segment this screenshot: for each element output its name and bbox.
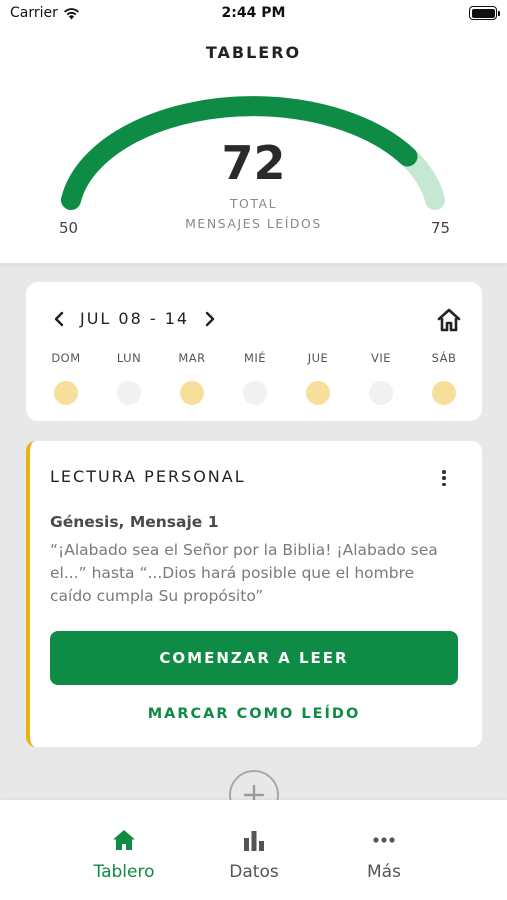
- gauge-max: 75: [431, 219, 451, 237]
- current-week-button[interactable]: [436, 307, 462, 333]
- tab-label: Más: [367, 862, 401, 882]
- status-bar: Carrier 2:44 PM: [0, 0, 507, 28]
- day-column[interactable]: LUN: [103, 351, 155, 405]
- next-week-button[interactable]: [201, 310, 219, 328]
- week-card: JUL 08 - 14 DOM LUN MAR MIÉ JUE VIE SÁB: [26, 282, 482, 421]
- week-range-label: JUL 08 - 14: [80, 309, 190, 328]
- gauge-min: 50: [59, 219, 79, 237]
- chevron-right-icon: [205, 311, 215, 326]
- gauge-label-total: TOTAL: [229, 196, 278, 211]
- reading-subtitle: Génesis, Mensaje 1: [50, 513, 219, 531]
- dashboard-header: TABLERO 72 TOTAL MENSAJES LEÍDOS 50 75: [0, 28, 507, 263]
- day-column[interactable]: JUE: [292, 351, 344, 405]
- day-name: MAR: [178, 351, 206, 365]
- reading-options-button[interactable]: [436, 468, 452, 488]
- day-column[interactable]: SÁB: [418, 351, 470, 405]
- day-name: SÁB: [431, 351, 457, 365]
- tab-bar: Tablero Datos Más: [0, 800, 507, 900]
- start-reading-button[interactable]: COMENZAR A LEER: [50, 631, 458, 685]
- status-time: 2:44 PM: [221, 5, 286, 21]
- gauge-value: 72: [221, 136, 286, 190]
- tab-mas[interactable]: Más: [339, 828, 429, 882]
- week-navigation: JUL 08 - 14: [50, 309, 219, 328]
- day-status-dot: [306, 381, 330, 405]
- day-status-dot: [432, 381, 456, 405]
- bar-chart-icon: [244, 831, 264, 851]
- previous-week-button[interactable]: [50, 310, 68, 328]
- weekday-row: DOM LUN MAR MIÉ JUE VIE SÁB: [40, 351, 470, 405]
- more-vertical-icon: [442, 470, 446, 474]
- day-column[interactable]: VIE: [355, 351, 407, 405]
- more-horizontal-icon: [373, 837, 395, 843]
- day-column[interactable]: MIÉ: [229, 351, 281, 405]
- chevron-left-icon: [54, 311, 64, 326]
- day-name: VIE: [370, 351, 392, 365]
- day-column[interactable]: MAR: [166, 351, 218, 405]
- home-icon: [437, 308, 461, 332]
- day-status-dot: [180, 381, 204, 405]
- tab-datos[interactable]: Datos: [209, 828, 299, 882]
- tab-tablero[interactable]: Tablero: [79, 828, 169, 882]
- reading-card-title: LECTURA PERSONAL: [50, 467, 246, 486]
- day-status-dot: [54, 381, 78, 405]
- mark-as-read-button[interactable]: MARCAR COMO LEÍDO: [50, 706, 458, 722]
- reading-card: LECTURA PERSONAL Génesis, Mensaje 1 “¡Al…: [26, 441, 482, 747]
- day-column[interactable]: DOM: [40, 351, 92, 405]
- day-status-dot: [369, 381, 393, 405]
- day-name: DOM: [51, 351, 81, 365]
- day-status-dot: [243, 381, 267, 405]
- tab-label: Datos: [229, 862, 279, 882]
- day-status-dot: [117, 381, 141, 405]
- tab-label: Tablero: [93, 862, 155, 882]
- day-name: LUN: [116, 351, 142, 365]
- battery-icon: [469, 6, 500, 20]
- day-name: JUE: [307, 351, 329, 365]
- reading-excerpt: “¡Alabado sea el Señor por la Biblia! ¡A…: [50, 541, 438, 605]
- home-icon: [113, 830, 135, 850]
- day-name: MIÉ: [243, 351, 267, 365]
